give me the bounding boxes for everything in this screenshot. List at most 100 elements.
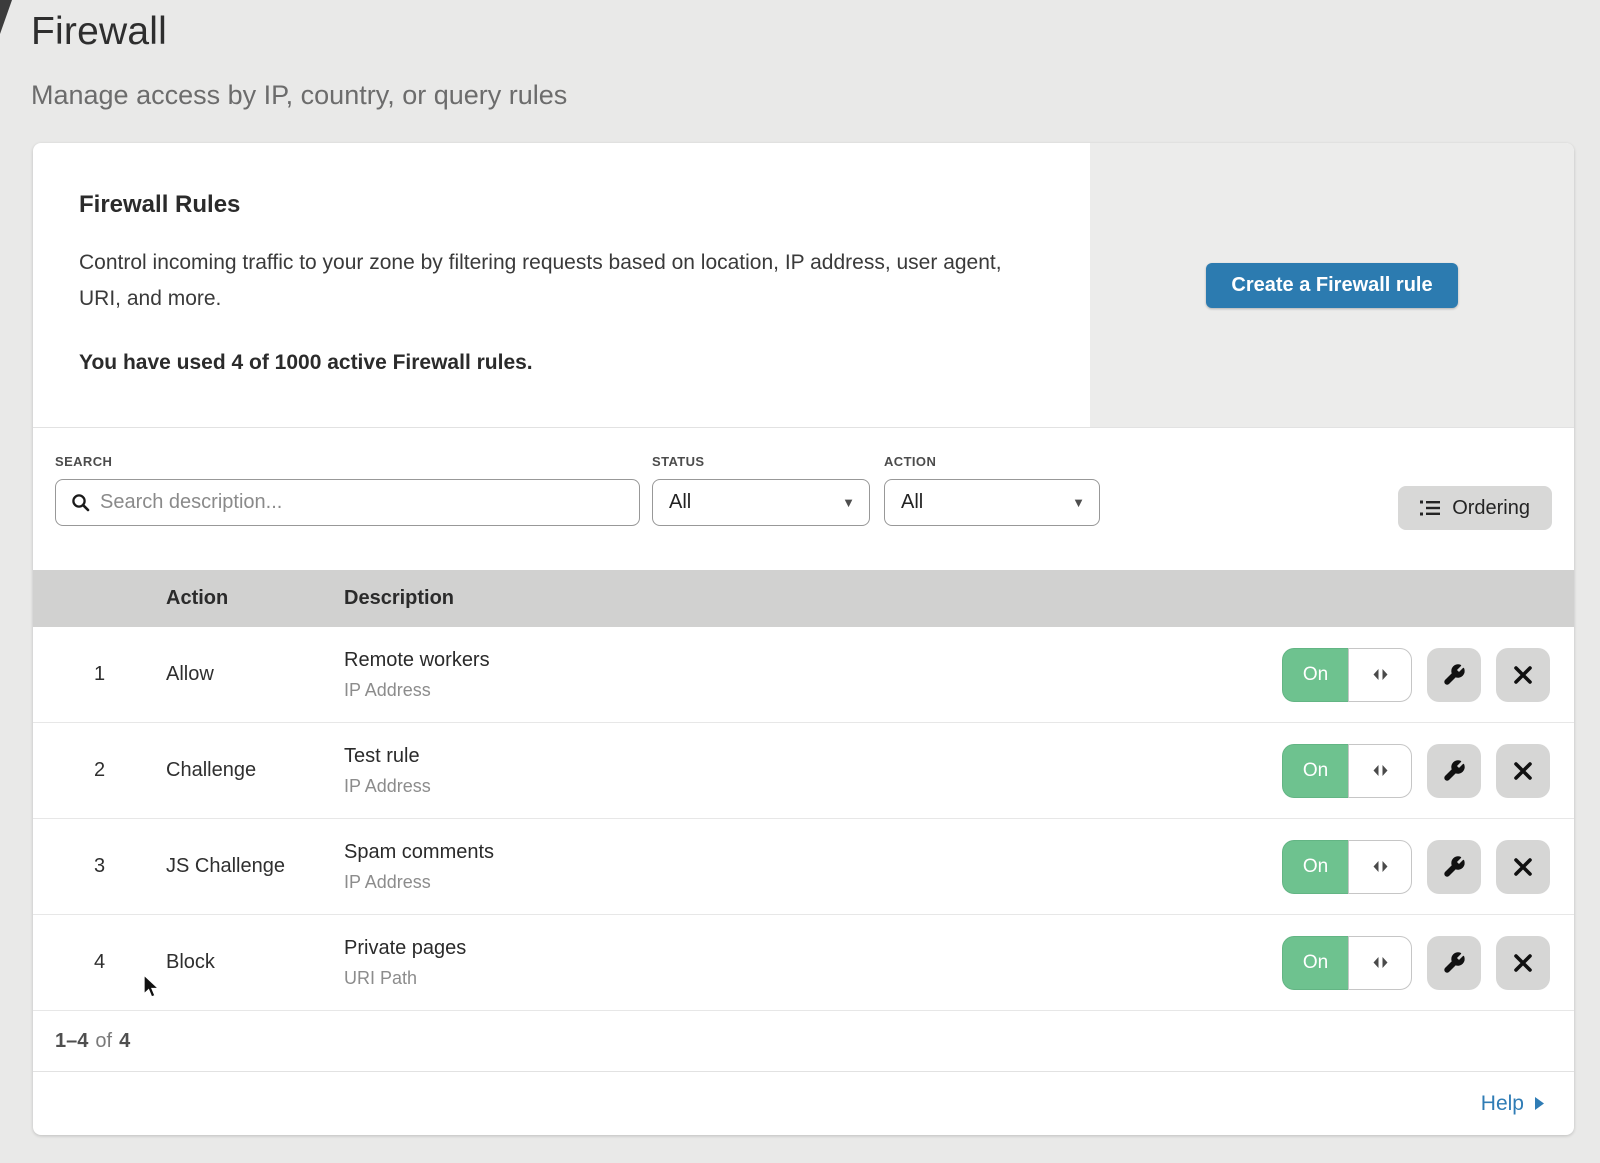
wrench-icon	[1442, 663, 1466, 687]
delete-rule-button[interactable]	[1496, 648, 1550, 702]
close-icon	[1513, 761, 1533, 781]
table-row: 1 Allow Remote workers IP Address On	[33, 627, 1574, 723]
rule-action: Allow	[166, 663, 344, 686]
status-select[interactable]: All ▼	[652, 479, 870, 526]
rules-usage-text: You have used 4 of 1000 active Firewall …	[79, 351, 1050, 375]
wrench-icon	[1442, 951, 1466, 975]
table-row: 3 JS Challenge Spam comments IP Address …	[33, 819, 1574, 915]
rule-description-cell: Remote workers IP Address	[344, 649, 1282, 701]
rule-enabled-toggle[interactable]: On	[1282, 936, 1412, 990]
action-label: ACTION	[884, 454, 1100, 469]
search-label: SEARCH	[55, 454, 640, 469]
rule-description-cell: Test rule IP Address	[344, 745, 1282, 797]
chevron-down-icon: ▼	[1072, 495, 1085, 510]
rule-description: Private pages	[344, 937, 1282, 960]
create-firewall-rule-button[interactable]: Create a Firewall rule	[1206, 263, 1457, 308]
close-icon	[1513, 953, 1533, 973]
firewall-rules-card: Firewall Rules Control incoming traffic …	[33, 143, 1574, 1135]
close-icon	[1513, 857, 1533, 877]
card-footer: Help	[33, 1072, 1574, 1135]
action-column-header: Action	[166, 587, 344, 610]
rule-controls: On	[1282, 648, 1574, 702]
delete-rule-button[interactable]	[1496, 840, 1550, 894]
action-filter-group: ACTION All ▼	[884, 454, 1100, 526]
left-right-arrows-icon	[1371, 667, 1390, 682]
toggle-handle[interactable]	[1348, 840, 1412, 894]
rule-enabled-toggle[interactable]: On	[1282, 840, 1412, 894]
rule-controls: On	[1282, 744, 1574, 798]
pagination: 1–4 of 4	[33, 1011, 1574, 1072]
overview-description: Control incoming traffic to your zone by…	[79, 245, 1029, 317]
wrench-icon	[1442, 855, 1466, 879]
rule-match-type: IP Address	[344, 680, 1282, 701]
rule-action: JS Challenge	[166, 855, 344, 878]
arrow-right-icon	[1533, 1095, 1546, 1112]
rule-match-type: IP Address	[344, 776, 1282, 797]
rule-controls: On	[1282, 936, 1574, 990]
ordered-list-icon	[1420, 499, 1440, 517]
status-label: STATUS	[652, 454, 870, 469]
rule-priority: 4	[33, 951, 166, 974]
search-filter-group: SEARCH	[55, 454, 640, 526]
status-select-value: All	[669, 491, 691, 514]
ordering-button-label: Ordering	[1452, 497, 1530, 520]
table-row: 2 Challenge Test rule IP Address On	[33, 723, 1574, 819]
page-subtitle: Manage access by IP, country, or query r…	[31, 80, 1600, 111]
rule-action: Block	[166, 951, 344, 974]
rule-priority: 3	[33, 855, 166, 878]
toggle-handle[interactable]	[1348, 648, 1412, 702]
edit-rule-button[interactable]	[1427, 648, 1481, 702]
overview-intro: Firewall Rules Control incoming traffic …	[33, 143, 1090, 427]
toggle-on-segment[interactable]: On	[1282, 840, 1348, 894]
pagination-of: of	[95, 1030, 112, 1053]
edit-rule-button[interactable]	[1427, 840, 1481, 894]
action-select-value: All	[901, 491, 923, 514]
rule-description: Test rule	[344, 745, 1282, 768]
help-link[interactable]: Help	[1481, 1092, 1546, 1116]
close-icon	[1513, 665, 1533, 685]
chevron-down-icon: ▼	[842, 495, 855, 510]
left-right-arrows-icon	[1371, 859, 1390, 874]
description-column-header: Description	[344, 587, 1282, 610]
toggle-on-segment[interactable]: On	[1282, 648, 1348, 702]
delete-rule-button[interactable]	[1496, 744, 1550, 798]
ordering-button[interactable]: Ordering	[1398, 486, 1552, 530]
table-row: 4 Block Private pages URI Path On	[33, 915, 1574, 1011]
edit-rule-button[interactable]	[1427, 744, 1481, 798]
left-right-arrows-icon	[1371, 763, 1390, 778]
table-header: Action Description	[33, 570, 1574, 627]
pagination-range: 1–4	[55, 1030, 88, 1053]
rule-action: Challenge	[166, 759, 344, 782]
page-header: Firewall Manage access by IP, country, o…	[0, 0, 1600, 111]
rule-priority: 2	[33, 759, 166, 782]
rule-match-type: IP Address	[344, 872, 1282, 893]
rule-enabled-toggle[interactable]: On	[1282, 744, 1412, 798]
toggle-handle[interactable]	[1348, 936, 1412, 990]
toggle-on-segment[interactable]: On	[1282, 744, 1348, 798]
rule-match-type: URI Path	[344, 968, 1282, 989]
help-link-label: Help	[1481, 1092, 1524, 1116]
rule-priority: 1	[33, 663, 166, 686]
rule-enabled-toggle[interactable]: On	[1282, 648, 1412, 702]
status-filter-group: STATUS All ▼	[652, 454, 870, 526]
rule-controls: On	[1282, 840, 1574, 894]
search-icon	[71, 493, 90, 512]
action-select[interactable]: All ▼	[884, 479, 1100, 526]
rule-description-cell: Spam comments IP Address	[344, 841, 1282, 893]
search-box	[55, 479, 640, 526]
overview-heading: Firewall Rules	[79, 191, 1050, 219]
overview-section: Firewall Rules Control incoming traffic …	[33, 143, 1574, 428]
delete-rule-button[interactable]	[1496, 936, 1550, 990]
pagination-total: 4	[119, 1030, 130, 1053]
wrench-icon	[1442, 759, 1466, 783]
edit-rule-button[interactable]	[1427, 936, 1481, 990]
filter-bar: SEARCH STATUS All ▼ ACTION All ▼	[33, 428, 1574, 570]
toggle-on-segment[interactable]: On	[1282, 936, 1348, 990]
page-title: Firewall	[31, 10, 1600, 54]
cta-panel: Create a Firewall rule	[1090, 143, 1574, 427]
toggle-handle[interactable]	[1348, 744, 1412, 798]
search-input[interactable]	[100, 491, 627, 514]
left-right-arrows-icon	[1371, 955, 1390, 970]
rule-description: Spam comments	[344, 841, 1282, 864]
rule-description: Remote workers	[344, 649, 1282, 672]
